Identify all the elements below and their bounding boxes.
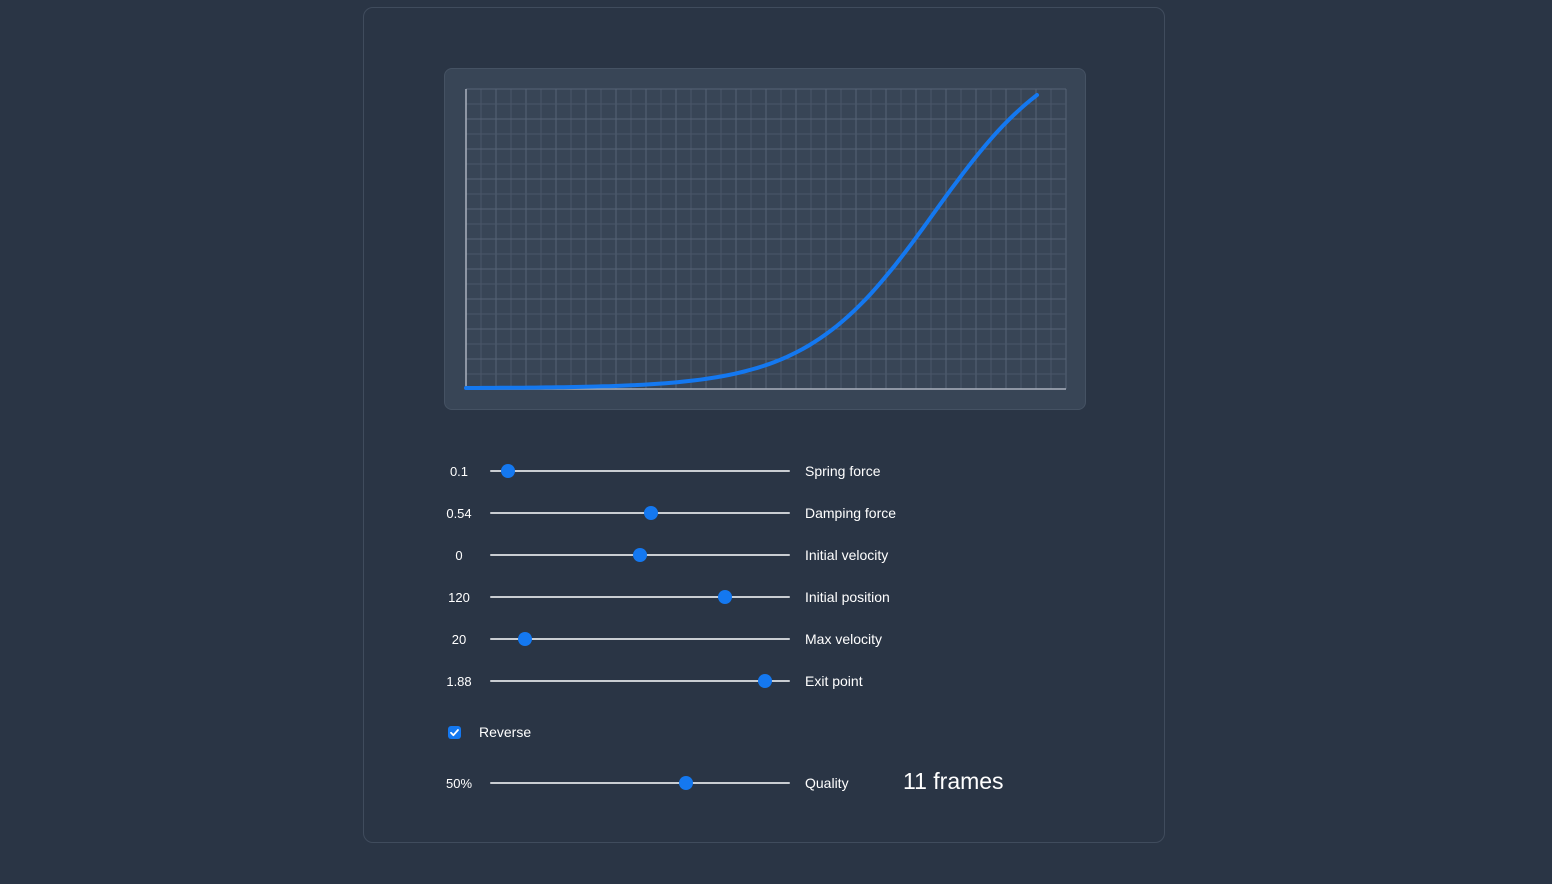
max-velocity-value: 20 — [451, 631, 467, 647]
initial-velocity-label: Initial velocity — [805, 547, 889, 563]
checkmark-icon — [450, 728, 459, 736]
initial-position-label: Initial position — [805, 589, 890, 605]
reverse-label: Reverse — [479, 724, 532, 740]
quality-label: Quality — [805, 775, 849, 791]
control-row-max-velocity: 20 Max velocity — [440, 627, 882, 651]
slider-thumb[interactable] — [717, 590, 732, 604]
reverse-option[interactable]: Reverse — [448, 722, 531, 742]
initial-position-value: 120 — [448, 589, 470, 605]
quality-slider[interactable] — [490, 771, 790, 795]
exit-point-slider[interactable] — [490, 669, 790, 693]
control-row-initial-velocity: 0 Initial velocity — [440, 543, 888, 567]
initial-velocity-slider[interactable] — [490, 543, 790, 567]
control-row-damping-force: 0.54 Damping force — [440, 501, 896, 525]
max-velocity-label: Max velocity — [805, 631, 883, 647]
spring-force-value: 0.1 — [449, 463, 469, 479]
control-row-spring-force: 0.1 Spring force — [440, 459, 881, 483]
max-velocity-slider[interactable] — [490, 627, 790, 651]
slider-thumb[interactable] — [501, 464, 515, 478]
damping-force-slider[interactable] — [490, 501, 790, 525]
spring-curve-graph — [444, 68, 1086, 410]
exit-point-value: 1.88 — [446, 673, 472, 689]
slider-thumb[interactable] — [633, 548, 647, 562]
slider-thumb[interactable] — [643, 506, 658, 520]
control-row-initial-position: 120 Initial position — [440, 585, 890, 609]
graph-grid — [466, 88, 1067, 389]
slider-thumb[interactable] — [758, 674, 773, 688]
slider-thumb[interactable] — [678, 776, 693, 790]
damping-force-value: 0.54 — [446, 505, 472, 521]
initial-position-slider[interactable] — [490, 585, 790, 609]
damping-force-label: Damping force — [805, 505, 897, 521]
control-row-exit-point: 1.88 Exit point — [440, 669, 863, 693]
reverse-checkbox[interactable] — [448, 725, 461, 739]
exit-point-label: Exit point — [805, 673, 863, 689]
initial-velocity-value: 0 — [455, 547, 463, 563]
spring-force-slider[interactable] — [490, 459, 790, 483]
quality-value: 50% — [445, 775, 473, 791]
frame-count: 11 frames — [903, 768, 1004, 794]
slider-thumb[interactable] — [518, 632, 533, 646]
spring-force-label: Spring force — [805, 463, 881, 479]
control-row-quality: 50% Quality — [440, 771, 849, 795]
graph-canvas — [464, 88, 1067, 390]
